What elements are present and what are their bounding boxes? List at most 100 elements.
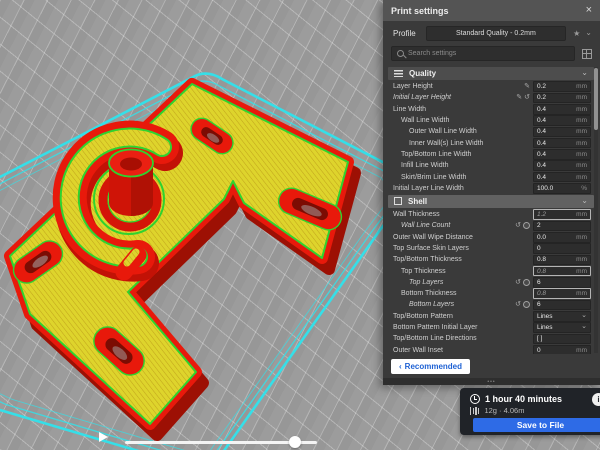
setting-value: 6	[537, 301, 541, 308]
setting-value-input[interactable]: 0.2mm	[533, 81, 591, 92]
setting-value-input[interactable]: 0.0 mm	[533, 232, 591, 243]
unit-label: %	[581, 185, 587, 192]
setting-value-input[interactable]: [ ]	[533, 334, 591, 345]
setting-value-input[interactable]: 0	[533, 243, 591, 254]
profile-dropdown[interactable]: Standard Quality - 0.2mm	[426, 26, 566, 41]
setting-label: Top/Bottom Line Width	[401, 151, 471, 158]
unit-label: mm	[576, 234, 587, 241]
revert-icon[interactable]	[515, 222, 521, 229]
setting-row: Top/Bottom Pattern Lines⌄	[388, 311, 600, 322]
setting-row: Wall Line Count2	[388, 220, 600, 231]
setting-value-input[interactable]: 0mm	[533, 345, 591, 354]
revert-icon[interactable]	[524, 94, 530, 101]
job-summary-box: 1 hour 40 minutes 12g · 4.06m Save to Fi…	[460, 388, 600, 435]
material-row: 12g · 4.06m	[460, 404, 600, 415]
setting-value: 6	[537, 279, 541, 286]
setting-value: 0.2	[537, 94, 546, 101]
setting-value-input[interactable]: 0.4mm	[533, 149, 591, 160]
chevron-left-icon: ‹	[399, 362, 402, 371]
setting-value: 0.0	[537, 234, 546, 241]
setting-row: Bottom Pattern Initial LayerLines⌄	[388, 322, 600, 333]
recommended-label: Recommended	[405, 362, 462, 371]
setting-value-input[interactable]: 0.4mm	[533, 115, 591, 126]
section-label: Quality	[409, 69, 436, 78]
setting-label: Wall Line Width	[401, 117, 449, 124]
setting-label: Outer Wall Inset	[393, 347, 443, 354]
setting-value-input[interactable]: 100.0%	[533, 183, 591, 194]
setting-row: Bottom Layers6	[388, 299, 600, 310]
setting-value: 0.4	[537, 140, 546, 147]
calc-icon[interactable]	[523, 222, 530, 229]
revert-icon[interactable]	[515, 279, 521, 286]
unit-label: mm	[576, 106, 587, 113]
material-usage: 12g · 4.06m	[484, 406, 524, 415]
recommended-button[interactable]: ‹ Recommended	[391, 359, 470, 374]
setting-value: 0.8	[537, 256, 546, 263]
panel-resize-handle[interactable]: •••	[383, 378, 600, 385]
setting-value-input[interactable]: 0.8 mm	[533, 266, 591, 277]
setting-label: Top/Bottom Pattern	[393, 313, 453, 320]
section-header-quality[interactable]: Quality⌄	[388, 67, 594, 80]
setting-label: Top Surface Skin Layers	[393, 245, 469, 252]
favorite-star-icon[interactable]: ★	[573, 29, 580, 38]
scrollbar-thumb[interactable]	[594, 68, 598, 130]
unit-label: mm	[576, 290, 587, 297]
chevron-down-icon[interactable]: ⌄	[585, 31, 592, 36]
setting-row: Skirt/Brim Line Width0.4mm	[388, 171, 600, 182]
search-input[interactable]: Search settings	[391, 46, 575, 61]
scrollbar[interactable]	[594, 67, 598, 353]
section-header-shell[interactable]: Shell⌄	[388, 195, 594, 208]
setting-value-input[interactable]: 6	[533, 277, 591, 288]
calc-icon[interactable]	[523, 279, 530, 286]
setting-value-input[interactable]: 0.4mm	[533, 172, 591, 183]
profile-label: Profile	[393, 29, 416, 38]
quality-section-icon	[394, 70, 403, 77]
setting-dropdown[interactable]: Lines⌄	[533, 322, 591, 333]
pencil-icon[interactable]	[516, 94, 522, 101]
layer-slider-handle[interactable]	[289, 436, 301, 448]
setting-value-input[interactable]: 0.8mm	[533, 255, 591, 266]
profile-value: Standard Quality - 0.2mm	[456, 30, 536, 37]
setting-value-input[interactable]: 0.4mm	[533, 104, 591, 115]
unit-label: mm	[576, 151, 587, 158]
setting-value: Lines	[537, 313, 553, 320]
setting-label: Bottom Thickness	[401, 290, 457, 297]
setting-value-input[interactable]: 0.4mm	[533, 160, 591, 171]
setting-value: 0	[537, 245, 541, 252]
info-icon[interactable]: i	[592, 393, 600, 406]
pencil-icon[interactable]	[524, 83, 530, 90]
setting-value: 0.8	[537, 268, 546, 275]
unit-label: mm	[576, 162, 587, 169]
setting-row: Outer Wall Wipe Distance0.0mm	[388, 232, 600, 243]
calc-icon[interactable]	[523, 301, 530, 308]
filter-icon[interactable]	[582, 49, 592, 59]
setting-value-input[interactable]: 0.4mm	[533, 127, 591, 138]
setting-dropdown[interactable]: Lines⌄	[533, 311, 591, 322]
model-part[interactable]	[8, 84, 355, 435]
setting-label: Layer Height	[393, 83, 433, 90]
revert-icon[interactable]	[515, 301, 521, 308]
setting-row: Inner Wall(s) Line Width0.4mm	[388, 137, 600, 148]
play-button[interactable]	[99, 432, 108, 442]
unit-label: mm	[576, 268, 587, 275]
setting-value: 2	[537, 222, 541, 229]
material-spool-icon	[470, 407, 479, 415]
setting-value-input[interactable]: 1.2mm	[533, 209, 591, 220]
setting-row: Wall Thickness1.2mm	[388, 209, 600, 220]
setting-row: Bottom Thickness 0.8mm	[388, 288, 600, 299]
setting-value-input[interactable]: 0.8mm	[533, 288, 591, 299]
setting-value: 0	[537, 347, 541, 354]
setting-row: Outer Wall Line Width0.4mm	[388, 126, 600, 137]
setting-value-input[interactable]: 0.2mm	[533, 93, 591, 104]
setting-value-input[interactable]: 2	[533, 221, 591, 232]
model-cylinder	[109, 150, 153, 217]
save-to-file-button[interactable]: Save to File	[473, 418, 600, 432]
setting-value-input[interactable]: 0.4mm	[533, 138, 591, 149]
setting-row: Line Width0.4mm	[388, 104, 600, 115]
setting-value: 1.2	[537, 211, 546, 218]
unit-label: mm	[576, 128, 587, 135]
close-icon[interactable]: ×	[586, 5, 592, 16]
setting-label: Top/Bottom Thickness	[393, 256, 462, 263]
setting-value-input[interactable]: 6	[533, 300, 591, 311]
unit-label: mm	[576, 174, 587, 181]
